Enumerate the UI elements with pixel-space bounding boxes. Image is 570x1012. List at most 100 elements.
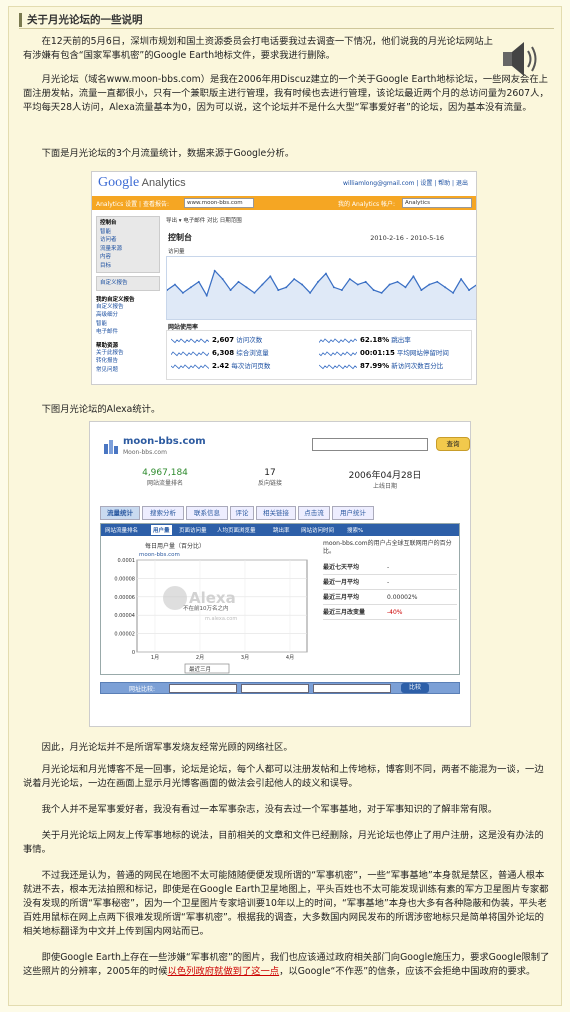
ga-stat-item: 87.99% 新访问次数百分比 [319,360,443,370]
reach-stat-row: 最近三月改变量 -40% [323,605,457,620]
ga-visits-point [253,291,256,294]
ga-visits-point [317,280,319,283]
ga-stat-item: 2.42 每次访问页数 [171,360,270,370]
ga-visits-point [309,291,312,294]
ga-custom-item[interactable]: 高级细分 [96,311,160,320]
compare-input-3[interactable] [313,684,391,693]
ga-dashboard: 导出 ▾ 电子邮件 对比 日期范围 控制台 2010-2-16 - 2010-5… [166,216,476,380]
alexa-tab[interactable]: 流量统计 [100,506,140,520]
ga-visits-point [348,278,351,280]
ga-visits-point [301,283,304,286]
ga-visits-point [245,286,248,289]
alexa-subtab[interactable]: 网站访问时间 [301,526,334,534]
ga-nav-item[interactable]: 访问者 [100,236,156,245]
alexa-watermark-sub: m.alexa.com [205,616,237,622]
y-tick-label: 0.0001 [118,558,136,564]
ga-visits-point [404,286,407,289]
alexa-subtab[interactable]: 页面访问量 [179,526,207,534]
alexa-tab[interactable]: 搜索分析 [142,506,184,520]
ga-report-tabs[interactable]: 导出 ▾ 电子邮件 对比 日期范围 [166,216,472,224]
ga-custom-item[interactable]: 智能 [96,320,160,329]
reach-stat-row: 最近七天平均 - [323,560,457,575]
ga-stat-value: 2.42 [212,362,230,370]
ga-help-item[interactable]: 转化报告 [96,357,160,366]
backlinks-value: 17 [264,468,276,478]
ga-date-range[interactable]: 2010-2-16 - 2010-5-16 [370,234,444,242]
ga-visits-point [181,291,184,294]
ga-stat-label[interactable]: 跳出率 [391,336,411,344]
ga-stat-label[interactable]: 访问次数 [236,336,262,344]
ga-nav-item[interactable]: 控制台 [100,219,156,228]
compare-input-2[interactable] [241,684,309,693]
alexa-traffic-panel: 网站流量排名 用户量 页面访问量 人均页面浏览量 跳出率 网站访问时间 搜索% 每日用户量（… [100,523,460,675]
ga-custom-item[interactable]: 电子邮件 [96,328,160,337]
online-date-value: 2006年04月28日 [348,471,422,481]
ga-stat-label[interactable]: 综合浏览量 [236,349,269,357]
israel-article-link[interactable]: 以色列政府就做到了这一点 [168,966,280,977]
ga-visits-point [468,289,470,291]
ga-help-item[interactable]: 关于此报告 [96,349,160,358]
ga-graph-by[interactable]: 访问量 [168,247,185,255]
ga-nav-item[interactable]: 智能 [100,228,156,237]
ga-nav-item[interactable]: 目标 [100,262,156,271]
ga-stat-item: 2,607 访问次数 [171,334,262,344]
ga-visits-chart [166,256,476,320]
online-date-label: 上线日期 [372,483,397,490]
compare-label: 网址比较: [129,686,156,693]
x-tick-label: 3月 [241,655,249,661]
ga-stat-label[interactable]: 新访问次数百分比 [391,362,443,370]
ga-visits-point [221,278,224,280]
alexa-subtab[interactable]: 跳出率 [273,526,290,534]
ga-site-usage-stats: 2,607 访问次数 6,308 综合浏览量 2.42 每次访问页数 62.18% 跳… [166,330,472,380]
ga-visits-point [452,291,455,294]
ga-nav-item[interactable]: 流量来源 [100,245,156,254]
ga-visits-point [285,286,288,289]
ga-stat-label[interactable]: 每次访问页数 [231,362,270,370]
ga-site-select[interactable]: www.moon-bbs.com [184,198,254,208]
alexa-subtab[interactable]: 人均页面浏览量 [217,526,256,534]
alexa-online-date: 2006年04月28日 上线日期 [330,468,440,490]
alexa-subtab[interactable]: 搜索% [347,526,363,534]
reach-description: moon-bbs.com的用户占全球互联网用户的百分比。 [323,540,452,555]
ga-page-title: 控制台 [168,233,192,242]
paragraph-6: 月光论坛和月光博客不是一回事，论坛是论坛，每个人都可以注册发帖和上传地标，博客则… [23,764,544,789]
ga-visits-point [396,280,399,283]
alexa-subtab[interactable]: 网站流量排名 [105,526,138,534]
ga-help-item[interactable]: 常见问题 [96,366,160,375]
reach-stat-row: 最近一月平均 - [323,575,457,590]
reach-stat-value: - [387,564,390,571]
ga-account-select[interactable]: Analytics [402,198,472,208]
ga-visits-point [412,275,415,278]
ga-stat-label[interactable]: 平均网站停留时间 [397,349,449,357]
paragraph-5: 因此，月光论坛并不是所谓军事发烧友经常光顾的网络社区。 [23,742,293,753]
ga-stat-item: 00:01:15 平均网站停留时间 [319,347,449,357]
ga-visits-point [364,280,367,283]
alexa-site-name[interactable]: moon-bbs.com [123,436,206,447]
ga-visits-point [332,286,335,289]
paragraph-2: 月光论坛（域名www.moon-bbs.com）是我在2006年用Discuz建… [23,74,549,113]
alexa-tab[interactable]: 用户统计 [332,506,374,520]
ga-logo: Google Analytics [98,175,186,190]
ga-stat-item: 62.18% 跳出率 [319,334,411,344]
reach-stat-row: 最近三月平均 0.00002% [323,590,457,605]
alexa-tab[interactable]: 相关链接 [256,506,296,520]
ga-account-links[interactable]: williamlong@gmail.com | 设置 | 帮助 | 退出 [343,178,468,187]
compare-input-1[interactable] [169,684,237,693]
paragraph-8: 关于月光论坛上网友上传军事地标的说法，目前相关的文章和文件已经删除，月光论坛也停… [23,830,544,855]
alexa-tab[interactable]: 点击流 [298,506,330,520]
ga-visits-point [460,278,463,280]
alexa-search-input[interactable] [312,438,428,451]
compare-button[interactable]: 比较 [401,683,429,693]
alexa-tab[interactable]: 联系信息 [186,506,228,520]
alexa-tab[interactable]: 评论 [230,506,254,520]
ga-custom-item[interactable]: 自定义报告 [96,303,160,312]
ga-custom-report-link[interactable]: 自定义报告 [100,279,156,288]
chart-series-name: moon-bbs.com [139,552,180,558]
alexa-search-button[interactable]: 查询 [436,437,470,451]
ga-visits-point [380,291,383,294]
alexa-subtab[interactable]: 用户量 [151,525,172,535]
ga-nav-item[interactable]: 内容 [100,253,156,262]
sparkline-icon [319,337,357,343]
ga-visits-point [174,283,176,286]
article-heading: 关于月光论坛的一些说明 [19,13,143,27]
